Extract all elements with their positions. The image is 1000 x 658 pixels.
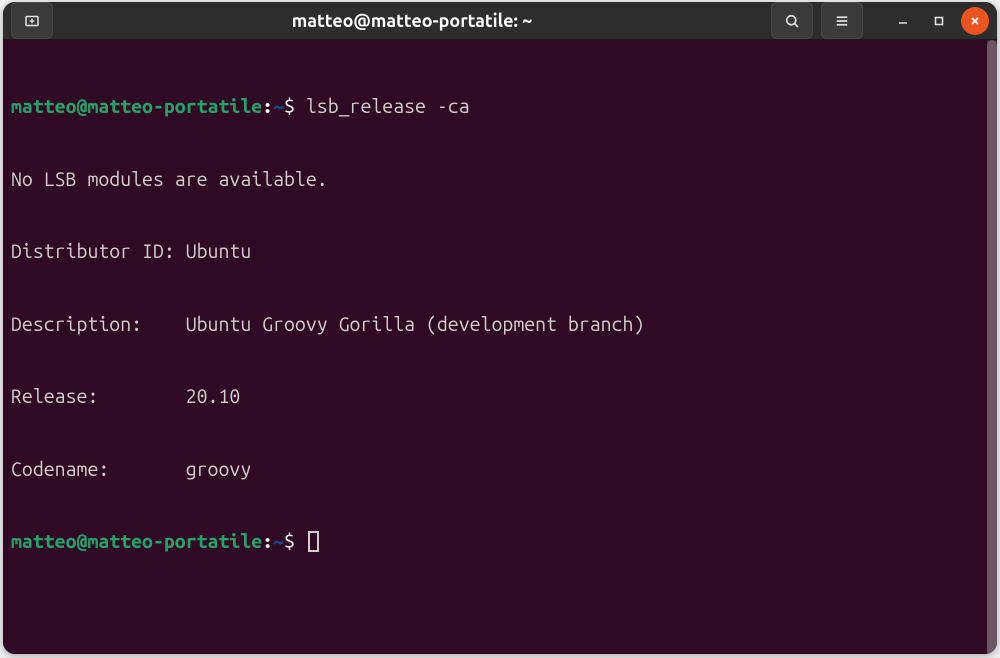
prompt-user: matteo@matteo-portatile	[11, 530, 262, 552]
prompt-dollar: $	[284, 95, 295, 117]
prompt-line-1: matteo@matteo-portatile:~$ lsb_release -…	[11, 94, 989, 118]
titlebar: matteo@matteo-portatile: ~	[3, 2, 997, 40]
search-button[interactable]	[771, 2, 813, 39]
prompt-colon: :	[262, 530, 273, 552]
menu-button[interactable]	[821, 2, 863, 39]
prompt-path: ~	[273, 530, 284, 552]
minimize-button[interactable]	[889, 7, 917, 35]
output-line: Codename: groovy	[11, 457, 989, 481]
titlebar-controls	[771, 2, 989, 39]
output-line: Release: 20.10	[11, 384, 989, 408]
prompt-user: matteo@matteo-portatile	[11, 95, 262, 117]
new-tab-button[interactable]	[11, 2, 53, 39]
prompt-dollar: $	[284, 530, 295, 552]
close-button[interactable]	[961, 7, 989, 35]
prompt-line-2: matteo@matteo-portatile:~$	[11, 529, 989, 553]
scrollbar-thumb[interactable]	[987, 40, 997, 654]
command-text: lsb_release -ca	[306, 95, 470, 117]
cursor	[308, 531, 319, 552]
terminal-body[interactable]: matteo@matteo-portatile:~$ lsb_release -…	[3, 40, 997, 654]
output-line: Description: Ubuntu Groovy Gorilla (deve…	[11, 312, 989, 336]
window-title: matteo@matteo-portatile: ~	[59, 11, 765, 31]
prompt-path: ~	[273, 95, 284, 117]
scrollbar[interactable]	[987, 40, 997, 654]
maximize-button[interactable]	[925, 7, 953, 35]
output-line: Distributor ID: Ubuntu	[11, 239, 989, 263]
terminal-window: matteo@matteo-portatile: ~	[3, 2, 997, 654]
output-line: No LSB modules are available.	[11, 167, 989, 191]
prompt-colon: :	[262, 95, 273, 117]
